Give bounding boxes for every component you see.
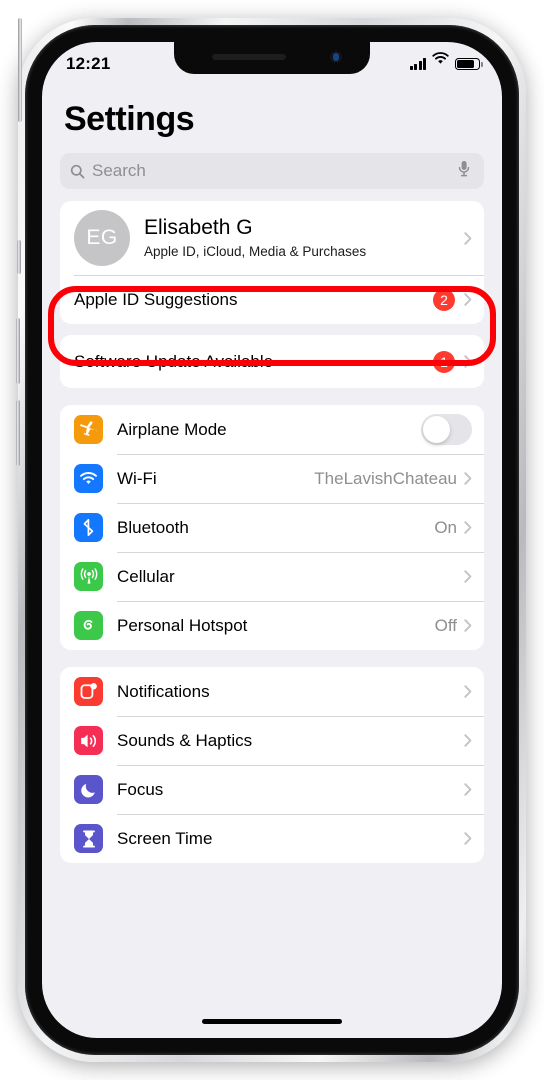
mute-switch-button[interactable] xyxy=(17,240,21,274)
sidebar-item-focus[interactable]: Focus xyxy=(60,765,484,814)
avatar: EG xyxy=(74,210,130,266)
chevron-right-icon xyxy=(464,293,472,306)
bluetooth-label: Bluetooth xyxy=(117,517,189,537)
cellular-icon xyxy=(74,562,103,591)
status-bar-indicators xyxy=(409,52,483,70)
notifications-icon xyxy=(74,677,103,706)
airplane-icon xyxy=(74,415,103,444)
wifi-icon xyxy=(74,464,103,493)
sidebar-item-screen-time[interactable]: Screen Time xyxy=(60,814,484,863)
volume-down-button[interactable] xyxy=(16,400,20,466)
chevron-right-icon xyxy=(464,570,472,583)
phone-screen: 12:21 Settings Search EG Elisabeth G App… xyxy=(42,42,502,1038)
sidebar-item-cellular[interactable]: Cellular xyxy=(60,552,484,601)
focus-moon-icon xyxy=(74,775,103,804)
bluetooth-value: On xyxy=(434,517,457,537)
screen-time-icon xyxy=(74,824,103,853)
personal-hotspot-value: Off xyxy=(434,615,457,635)
status-bar-time: 12:21 xyxy=(66,54,111,73)
chevron-right-icon xyxy=(464,734,472,747)
cellular-label: Cellular xyxy=(117,566,175,586)
apple-id-account-row[interactable]: EG Elisabeth G Apple ID, iCloud, Media &… xyxy=(60,201,484,275)
cellular-bars-icon xyxy=(409,58,426,70)
status-badge: 2 xyxy=(433,288,455,311)
sounds-icon xyxy=(74,726,103,755)
wifi-label: Wi-Fi xyxy=(117,468,157,488)
apple-id-suggestions-label: Apple ID Suggestions xyxy=(74,289,238,309)
software-update-row[interactable]: Software Update Available 1 xyxy=(60,335,484,388)
account-name: Elisabeth G xyxy=(144,215,253,239)
earpiece-speaker xyxy=(212,54,286,60)
sidebar-item-notifications[interactable]: Notifications xyxy=(60,667,484,716)
apple-id-suggestions-row[interactable]: Apple ID Suggestions 2 xyxy=(60,275,484,324)
screenshot-stage: 12:21 Settings Search EG Elisabeth G App… xyxy=(0,0,544,1080)
account-subtitle: Apple ID, iCloud, Media & Purchases xyxy=(144,243,367,259)
sidebar-item-sounds-haptics[interactable]: Sounds & Haptics xyxy=(60,716,484,765)
sidebar-item-bluetooth[interactable]: Bluetooth On xyxy=(60,503,484,552)
microphone-icon[interactable] xyxy=(458,160,472,182)
wifi-icon xyxy=(432,52,449,70)
search-container: Search xyxy=(42,143,502,201)
search-input[interactable]: Search xyxy=(60,153,484,189)
airplane-mode-toggle[interactable] xyxy=(421,414,472,445)
connectivity-group: Airplane Mode Wi-Fi TheLavishChateau Blu… xyxy=(60,405,484,650)
front-camera-icon xyxy=(330,51,342,63)
focus-label: Focus xyxy=(117,779,164,799)
chevron-right-icon xyxy=(464,783,472,796)
software-update-label: Software Update Available xyxy=(74,351,274,371)
airplane-mode-label: Airplane Mode xyxy=(117,419,227,439)
device-bezel: 12:21 Settings Search EG Elisabeth G App… xyxy=(25,25,519,1055)
personal-hotspot-label: Personal Hotspot xyxy=(117,615,248,635)
status-badge: 1 xyxy=(433,350,455,373)
screen-time-label: Screen Time xyxy=(117,828,213,848)
account-group: EG Elisabeth G Apple ID, iCloud, Media &… xyxy=(60,201,484,324)
volume-up-button[interactable] xyxy=(16,318,20,384)
chevron-right-icon xyxy=(464,685,472,698)
chevron-right-icon xyxy=(464,355,472,368)
sidebar-item-wifi[interactable]: Wi-Fi TheLavishChateau xyxy=(60,454,484,503)
chevron-right-icon xyxy=(464,832,472,845)
notifications-label: Notifications xyxy=(117,681,210,701)
sidebar-item-personal-hotspot[interactable]: Personal Hotspot Off xyxy=(60,601,484,650)
wifi-value: TheLavishChateau xyxy=(314,468,457,488)
hotspot-icon xyxy=(74,611,103,640)
chevron-right-icon xyxy=(464,231,472,245)
chevron-right-icon xyxy=(464,472,472,485)
bluetooth-icon xyxy=(74,513,103,542)
search-placeholder: Search xyxy=(92,161,146,180)
iphone-device-frame: 12:21 Settings Search EG Elisabeth G App… xyxy=(16,18,526,1062)
home-indicator xyxy=(202,1019,342,1024)
chevron-right-icon xyxy=(464,521,472,534)
settings-content: Settings Search EG Elisabeth G Apple ID,… xyxy=(42,88,502,863)
software-update-group: Software Update Available 1 xyxy=(60,335,484,388)
page-title: Settings xyxy=(64,100,195,138)
notch xyxy=(174,42,370,74)
chevron-right-icon xyxy=(464,619,472,632)
battery-icon xyxy=(455,57,483,70)
sidebar-item-airplane-mode[interactable]: Airplane Mode xyxy=(60,405,484,454)
power-button[interactable] xyxy=(18,18,22,122)
sounds-haptics-label: Sounds & Haptics xyxy=(117,730,253,750)
search-icon xyxy=(70,164,85,179)
system-group: Notifications Sounds & Haptics Focus Scr… xyxy=(60,667,484,863)
